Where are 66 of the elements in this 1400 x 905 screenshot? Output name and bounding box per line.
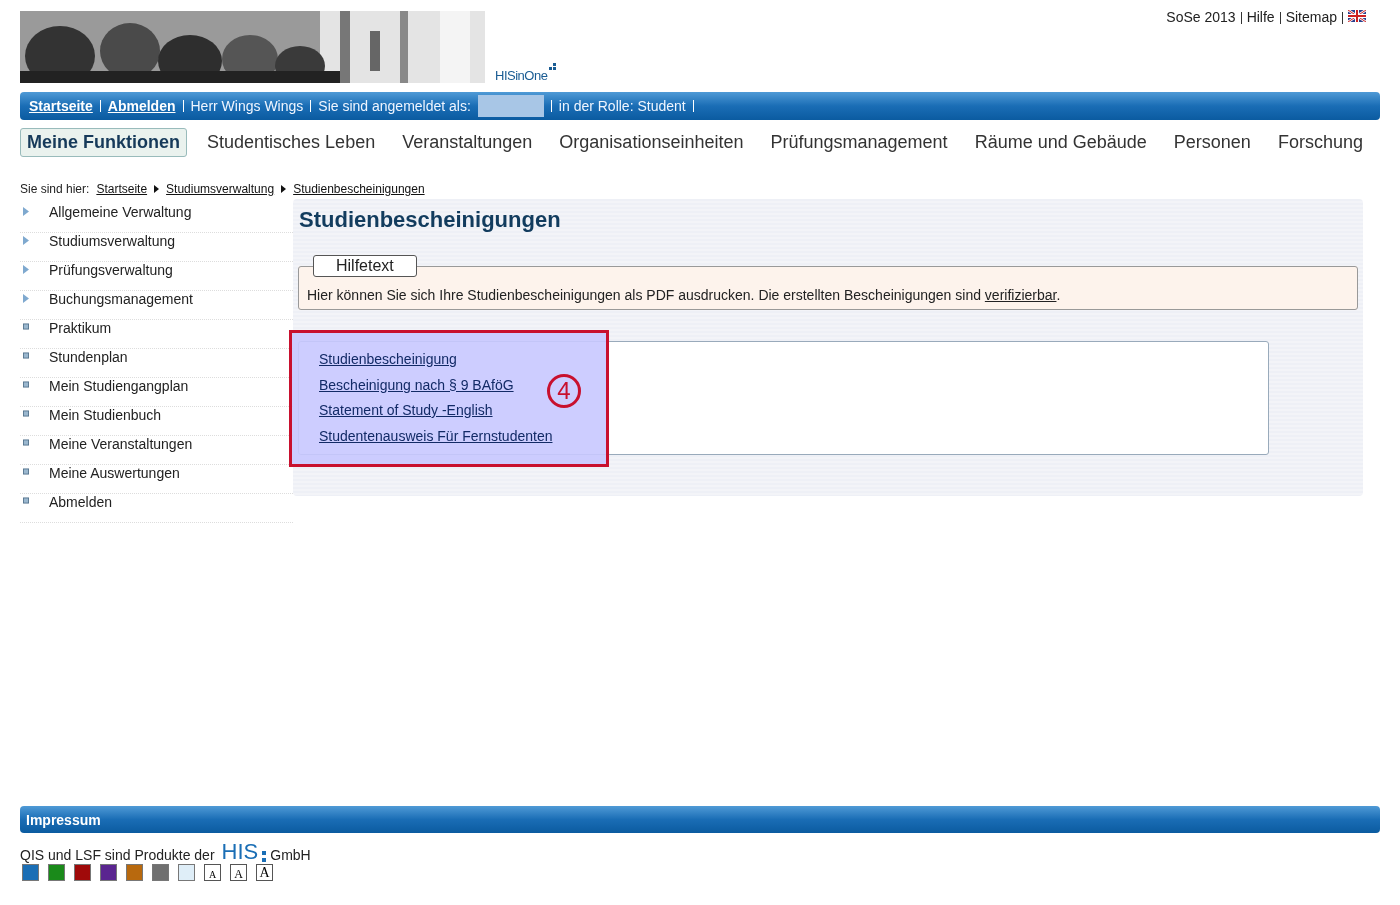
triangle-icon bbox=[23, 207, 29, 216]
triangle-icon bbox=[23, 265, 29, 274]
sidebar-item[interactable]: Buchungsmanagement bbox=[49, 291, 193, 307]
login-label: Sie sind angemeldet als: bbox=[318, 98, 471, 114]
theme-swatch[interactable] bbox=[74, 864, 91, 881]
certificate-link[interactable]: Statement of Study -English bbox=[319, 401, 493, 421]
page-title: Studienbescheinigungen bbox=[299, 207, 562, 233]
semester-label: SoSe 2013 bbox=[1166, 9, 1236, 25]
triangle-icon bbox=[23, 236, 29, 245]
sidebar-item[interactable]: Meine Auswertungen bbox=[49, 465, 180, 481]
nav-tab[interactable]: Prüfungsmanagement bbox=[763, 128, 955, 157]
sidebar-item[interactable]: Meine Veranstaltungen bbox=[49, 436, 193, 452]
sidebar-item[interactable]: Studiumsverwaltung bbox=[49, 233, 176, 249]
certificate-link[interactable]: Studentenausweis Für Fernstudenten bbox=[319, 426, 553, 446]
breadcrumb-link[interactable]: Studiumsverwaltung bbox=[166, 182, 275, 196]
arrow-icon bbox=[281, 185, 287, 193]
company-text: GmbH bbox=[270, 847, 311, 863]
theme-swatch[interactable] bbox=[152, 864, 169, 881]
nav-tab[interactable]: Personen bbox=[1166, 128, 1258, 157]
top-link[interactable]: Sitemap bbox=[1285, 9, 1337, 25]
help-text: Hier können Sie sich Ihre Studienbescheinigungen als PDF ausdrucken. Die erstellten Bescheinigungen sind bbox=[307, 287, 981, 303]
breadcrumb-link[interactable]: Startseite bbox=[96, 182, 148, 196]
theme-swatch[interactable] bbox=[178, 864, 195, 881]
dots-icon bbox=[549, 63, 558, 71]
nav-tab[interactable]: Organisationseinheiten bbox=[552, 128, 751, 157]
nav-tab[interactable]: Räume und Gebäude bbox=[967, 128, 1154, 157]
footer-text: QIS und LSF sind Produkte der bbox=[20, 847, 215, 863]
step-number: 4 bbox=[547, 374, 581, 408]
user-name: Herr Wings Wings bbox=[190, 98, 304, 114]
colon-icon bbox=[262, 849, 267, 863]
font-size-button[interactable]: A bbox=[230, 864, 247, 881]
theme-swatch[interactable] bbox=[126, 864, 143, 881]
arrow-icon bbox=[154, 185, 160, 193]
sidebar-item[interactable]: Stundenplan bbox=[49, 349, 128, 365]
font-size-button[interactable]: A bbox=[204, 864, 221, 881]
theme-swatch[interactable] bbox=[22, 864, 39, 881]
sidebar-item[interactable]: Mein Studienbuch bbox=[49, 407, 162, 423]
nav-tab[interactable]: Studentisches Leben bbox=[200, 128, 383, 157]
font-size-button[interactable]: A bbox=[256, 864, 273, 881]
theme-swatch[interactable] bbox=[100, 864, 117, 881]
impressum-link[interactable]: Impressum bbox=[26, 811, 101, 828]
flag-icon[interactable] bbox=[1348, 10, 1366, 22]
sidebar-item[interactable]: Allgemeine Verwaltung bbox=[49, 204, 192, 220]
breadcrumb-link[interactable]: Studienbescheinigungen bbox=[293, 182, 425, 196]
his-logo: HIS bbox=[221, 841, 259, 863]
redacted-area bbox=[477, 95, 544, 117]
top-link[interactable]: Hilfe bbox=[1246, 9, 1275, 25]
help-legend: Hilfetext bbox=[313, 255, 417, 277]
nav-tab[interactable]: Meine Funktionen bbox=[20, 128, 187, 157]
verify-link[interactable]: verifizierbar bbox=[984, 287, 1057, 303]
certificate-link[interactable]: Bescheinigung nach § 9 BAföG bbox=[319, 375, 514, 395]
theme-swatch[interactable] bbox=[48, 864, 65, 881]
triangle-icon bbox=[23, 294, 29, 303]
role-label: in der Rolle: Student bbox=[558, 98, 686, 114]
sidebar-item[interactable]: Prüfungsverwaltung bbox=[49, 262, 173, 278]
sidebar-item[interactable]: Praktikum bbox=[49, 320, 112, 336]
user-bar-link[interactable]: Startseite bbox=[29, 98, 93, 114]
punctuation: . bbox=[1056, 287, 1061, 303]
nav-tab[interactable]: Forschung bbox=[1270, 128, 1370, 157]
certificate-link[interactable]: Studienbescheinigung bbox=[319, 350, 457, 370]
breadcrumb-label: Sie sind hier: bbox=[20, 182, 90, 196]
product-logo: HISinOne bbox=[495, 68, 548, 83]
nav-tab[interactable]: Veranstaltungen bbox=[395, 128, 540, 157]
user-bar-link[interactable]: Abmelden bbox=[107, 98, 176, 114]
sidebar-item[interactable]: Mein Studiengangplan bbox=[49, 378, 189, 394]
sidebar-item[interactable]: Abmelden bbox=[49, 494, 113, 510]
